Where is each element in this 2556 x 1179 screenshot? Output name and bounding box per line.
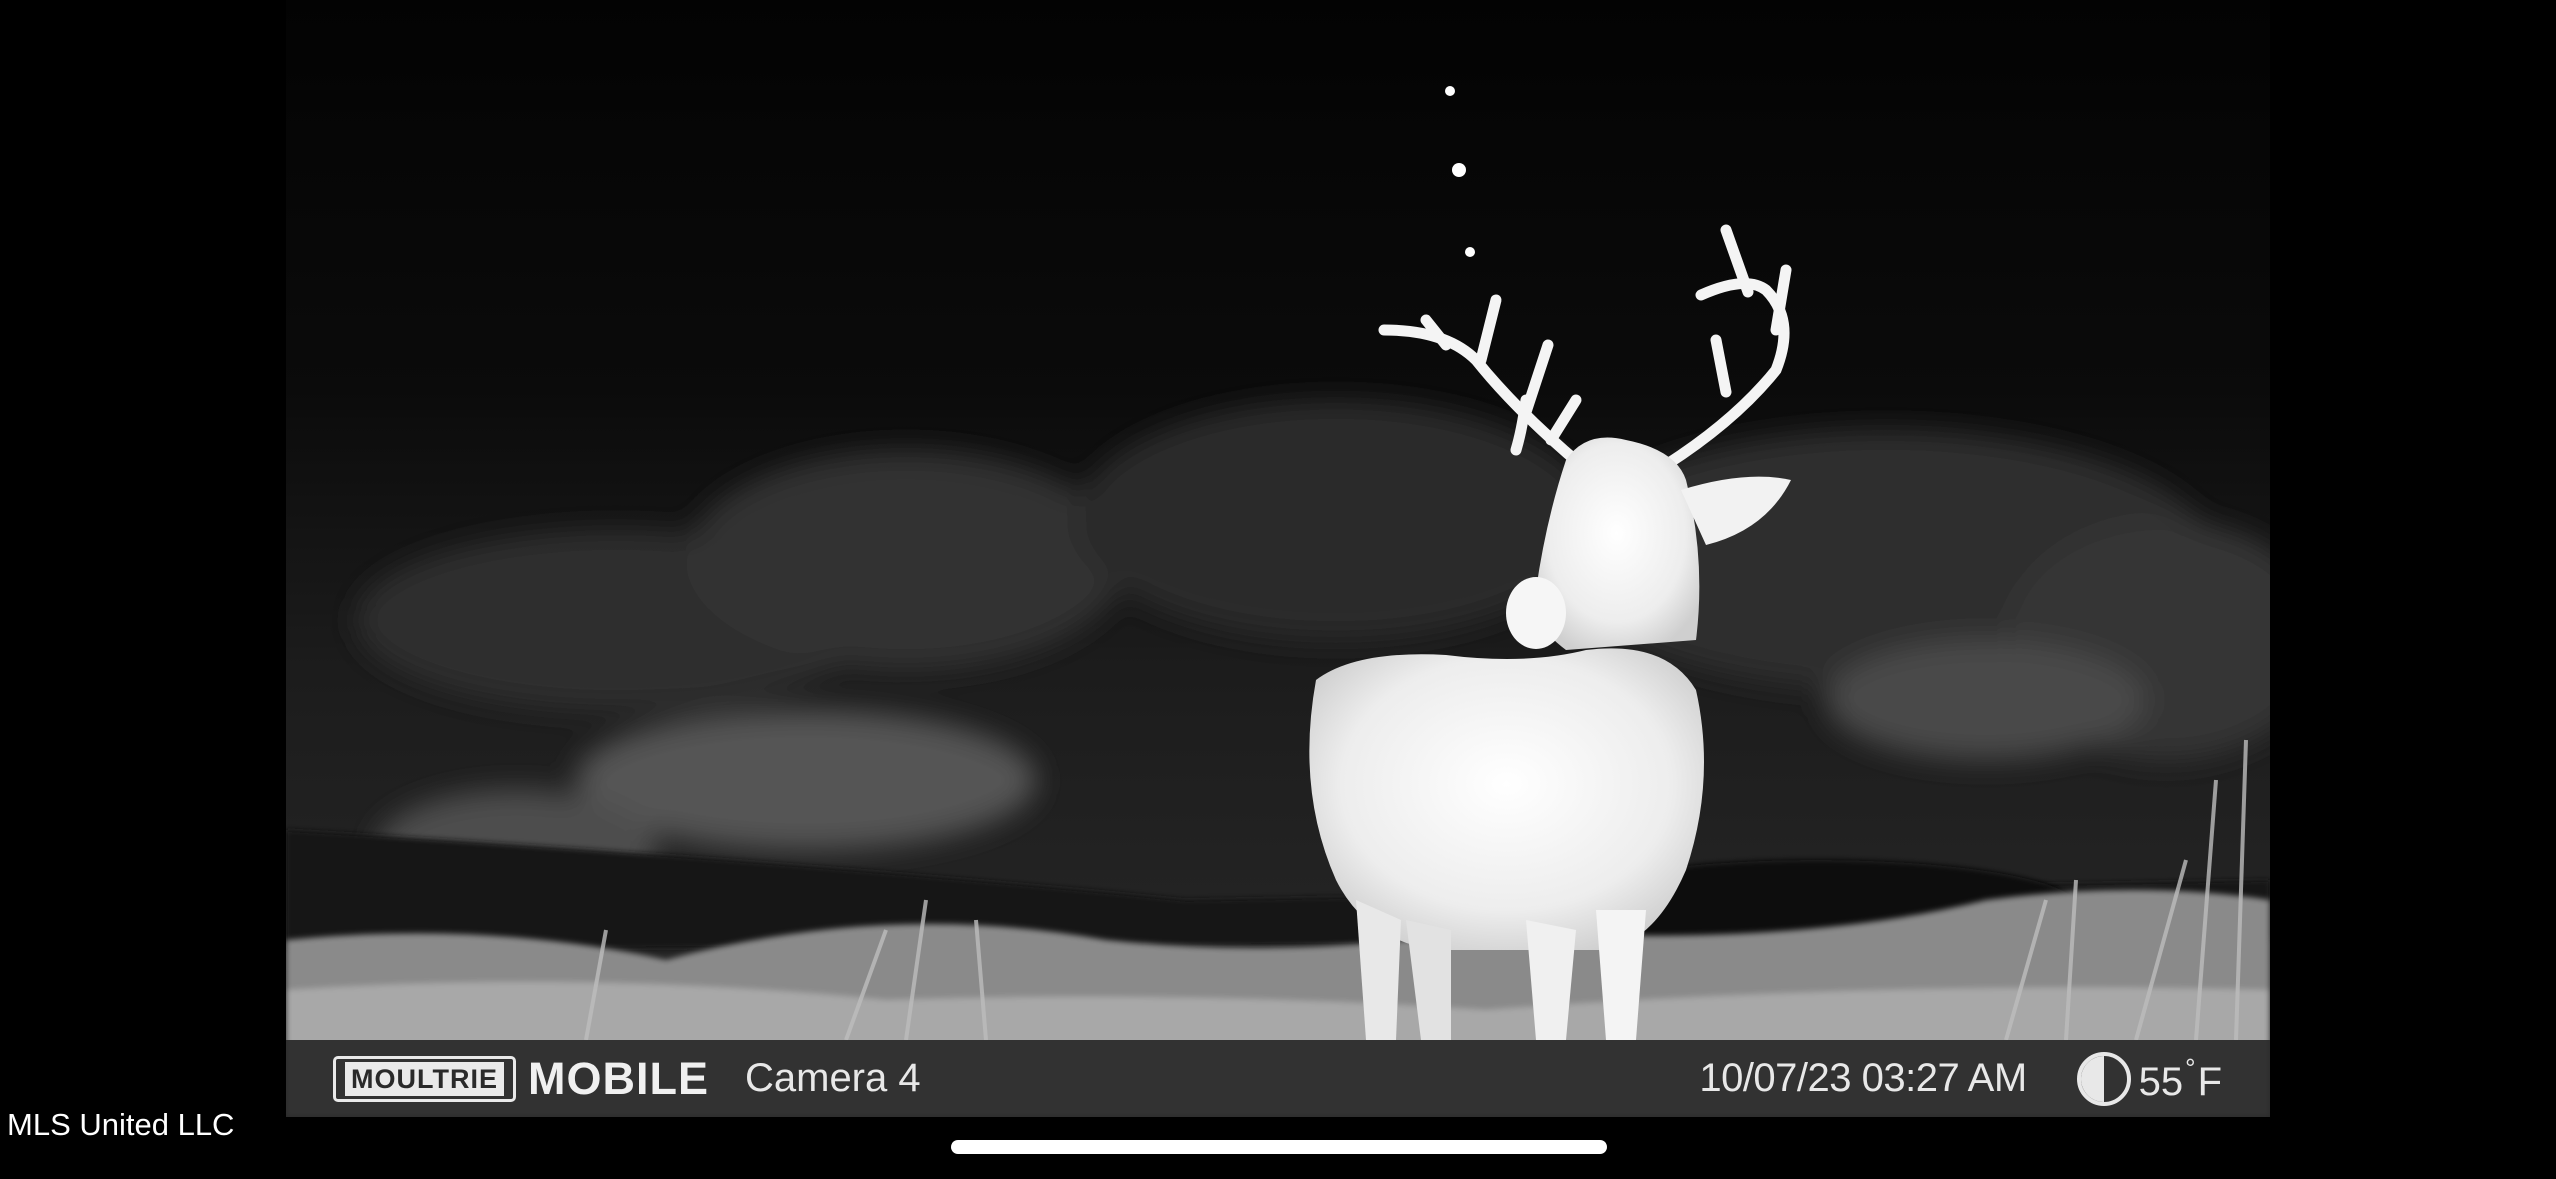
temperature-unit: F — [2197, 1059, 2222, 1104]
temperature-value: 55 — [2138, 1059, 2184, 1104]
moon-phase-icon — [2076, 1051, 2131, 1106]
brand-box-text: MOULTRIE — [345, 1061, 504, 1096]
camera-info-bar: MOULTRIE MOBILE Camera 4 10/07/23 03:27 … — [286, 1040, 2270, 1117]
home-indicator[interactable] — [951, 1140, 1607, 1154]
temperature-degree: ° — [2185, 1052, 2196, 1083]
camera-name: Camera 4 — [744, 1056, 921, 1100]
star — [1465, 247, 1475, 257]
star — [1445, 86, 1455, 96]
star — [1452, 163, 1466, 177]
trail-camera-photo — [286, 0, 2270, 1117]
timestamp: 10/07/23 03:27 AM — [1699, 1056, 2027, 1100]
temperature: 55°F — [2139, 1053, 2222, 1105]
deer-scene — [286, 0, 2270, 1117]
moultrie-logo: MOULTRIE — [333, 1055, 516, 1102]
brand-word: MOBILE — [527, 1052, 709, 1104]
watermark: MLS United LLC — [7, 1107, 235, 1142]
